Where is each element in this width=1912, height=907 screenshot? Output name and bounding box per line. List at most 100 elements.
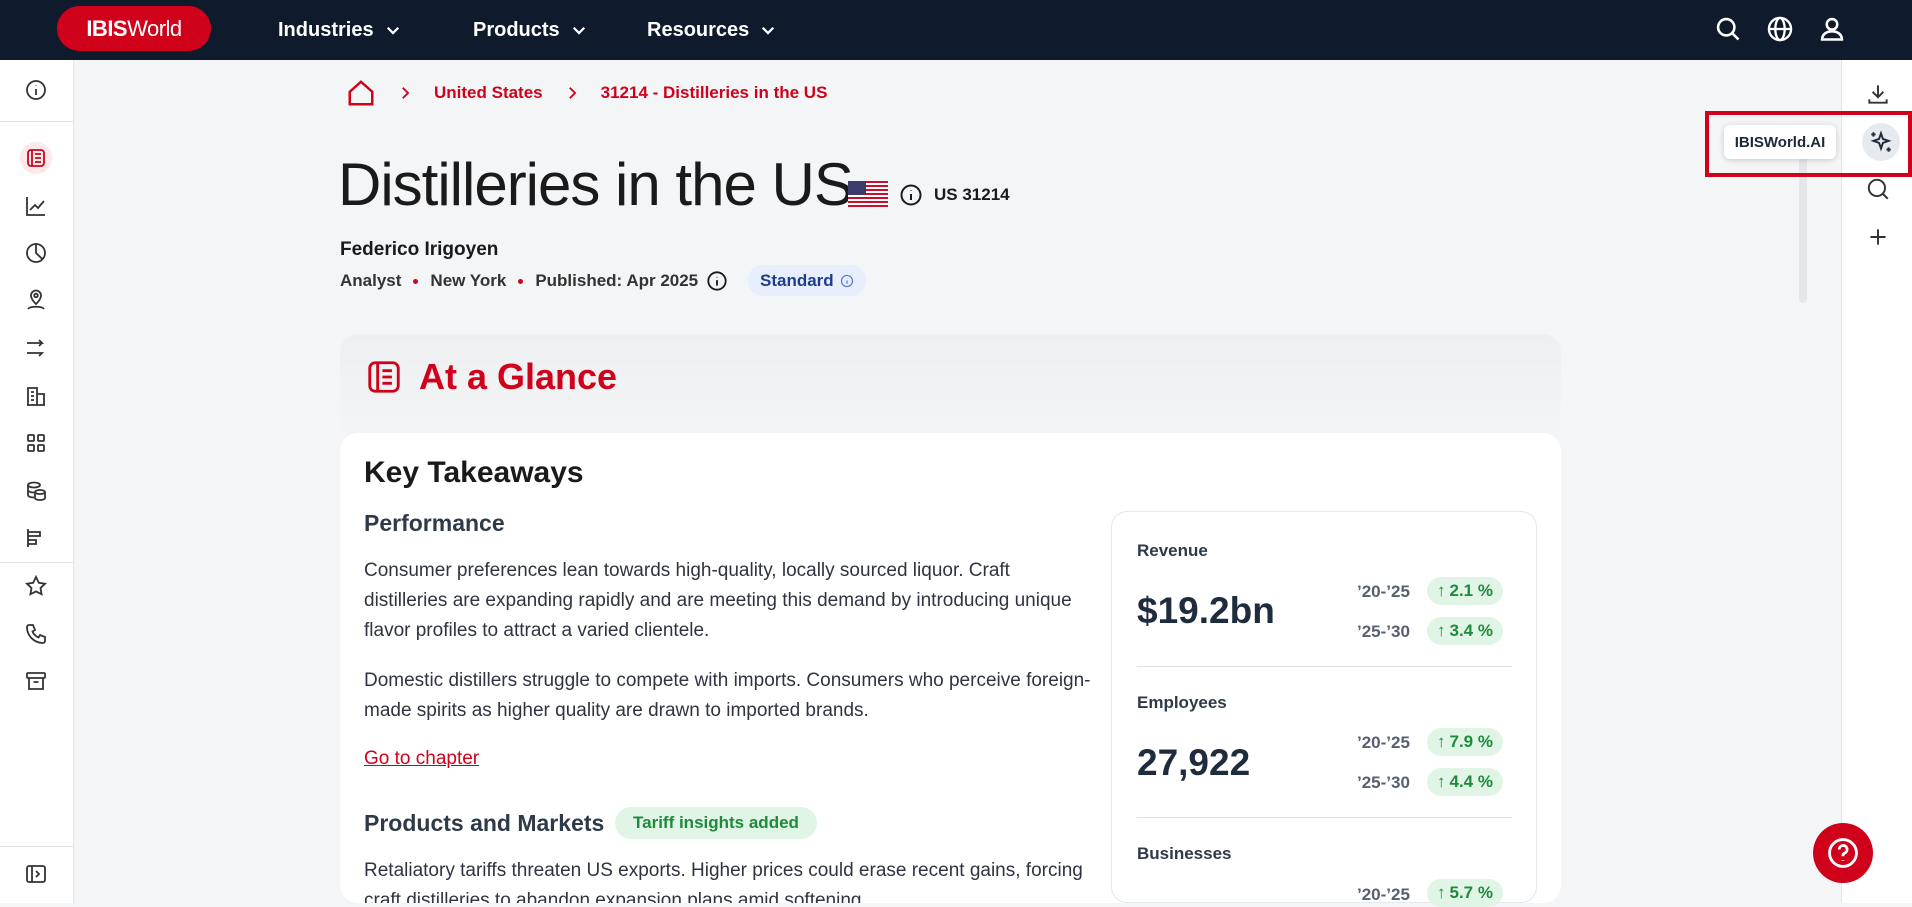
revenue-period-1: ’20-’25 [1357,582,1410,601]
published-date: Published: Apr 2025 [535,271,699,290]
home-icon[interactable] [346,78,376,108]
pie-chart-icon[interactable] [20,237,52,269]
flows-icon[interactable] [20,332,52,364]
scrollbar[interactable] [1799,155,1807,303]
revenue-growth-1: ↑ 2.1 % [1427,577,1503,605]
at-a-glance-icon[interactable] [20,142,52,174]
chevron-down-icon [386,26,399,35]
products-paragraph-1: Retaliatory tariffs threaten US exports.… [364,860,1083,903]
ibisworld-logo[interactable]: IBIS World [57,6,211,51]
analyst-location: New York [430,271,507,290]
revenue-growth-2: ↑ 3.4 % [1427,617,1503,645]
key-takeaways-heading: Key Takeaways [364,456,584,489]
arrow-up-icon: ↑ [1437,732,1446,751]
logo-bold-text: IBIS [86,15,128,41]
archive-icon[interactable] [20,665,52,697]
products-markets-heading: Products and Markets [364,810,605,836]
revenue-period-2: ’25-’30 [1357,622,1410,641]
performance-heading: Performance [364,510,505,536]
line-chart-icon[interactable] [20,190,52,222]
map-pin-icon[interactable] [20,285,52,317]
analyst-role: Analyst [340,271,402,290]
grid-icon[interactable] [20,427,52,459]
arrow-up-icon: ↑ [1437,772,1446,791]
businesses-growth-1-value: 5.7 % [1449,883,1493,902]
tariff-badge: Tariff insights added [615,807,817,839]
plus-icon[interactable] [1862,221,1894,253]
tier-label: Standard [760,270,834,290]
help-button[interactable] [1813,823,1873,883]
search-icon[interactable] [1862,173,1894,205]
nav-products-label: Products [473,18,560,41]
sidebar-divider [0,121,74,122]
at-a-glance-title: At a Glance [419,356,618,397]
sidebar-divider [0,562,74,563]
left-sidebar [0,60,74,903]
report-meta: Analyst New York Published: Apr 2025 [340,270,728,292]
revenue-growth-2-value: 3.4 % [1449,621,1493,640]
nav-products[interactable]: Products [473,0,588,60]
arrow-up-icon: ↑ [1437,581,1446,600]
info-icon[interactable] [20,74,52,106]
logo-light-text: World [127,15,182,41]
go-to-chapter-link[interactable]: Go to chapter [364,748,479,770]
employees-label: Employees [1137,693,1227,712]
at-a-glance-icon [368,361,400,393]
performance-paragraph-2: Domestic distillers struggle to compete … [364,670,1091,721]
businesses-label: Businesses [1137,844,1232,863]
businesses-period-1: ’20-’25 [1357,885,1410,904]
employees-growth-2: ↑ 4.4 % [1427,768,1503,796]
arrow-up-icon: ↑ [1437,621,1446,640]
analyst-name: Federico Irigoyen [340,239,499,260]
chevron-down-icon [572,26,585,35]
info-icon[interactable] [899,183,923,207]
nav-resources-label: Resources [647,18,750,41]
sparkle-icon [1870,130,1892,152]
stats-divider [1137,817,1512,818]
chevron-right-icon [396,84,414,102]
employees-value: 27,922 [1137,742,1251,783]
employees-growth-1: ↑ 7.9 % [1427,728,1503,756]
separator-dot [413,278,419,284]
expand-sidebar-icon[interactable] [20,858,52,890]
employees-period-1: ’20-’25 [1357,733,1410,752]
search-icon[interactable] [1711,12,1745,46]
database-icon[interactable] [20,475,52,507]
sidebar-divider [0,846,74,847]
separator-dot [518,278,524,284]
employees-growth-2-value: 4.4 % [1449,772,1493,791]
performance-paragraph-1: Consumer preferences lean towards high-q… [364,560,1072,641]
chevron-right-icon [563,84,581,102]
info-icon[interactable] [706,270,728,292]
ai-tooltip: IBISWorld.AI [1724,125,1836,159]
stats-divider [1137,666,1512,667]
industry-code: US 31214 [934,185,1010,204]
user-icon[interactable] [1815,12,1849,46]
revenue-label: Revenue [1137,541,1208,560]
top-navigation-bar: IBIS World Industries Products Resources [0,0,1912,60]
breadcrumb-industry[interactable]: 31214 - Distilleries in the US [601,83,828,103]
chevron-down-icon [762,26,775,35]
question-icon [1828,838,1858,868]
buildings-icon[interactable] [20,380,52,412]
nav-industries[interactable]: Industries [278,0,402,60]
globe-icon[interactable] [1763,12,1797,46]
bar-chart-icon[interactable] [20,522,52,554]
revenue-value: $19.2bn [1137,590,1275,631]
star-icon[interactable] [20,570,52,602]
phone-icon[interactable] [20,618,52,650]
employees-growth-1-value: 7.9 % [1449,732,1493,751]
breadcrumb-country[interactable]: United States [434,83,543,103]
tier-badge[interactable]: Standard [748,265,866,296]
info-icon [840,274,853,287]
employees-period-2: ’25-’30 [1357,773,1410,792]
ibisworld-ai-button[interactable] [1862,123,1900,161]
breadcrumb: United States 31214 - Distilleries in th… [346,78,827,108]
right-sidebar [1841,60,1912,903]
revenue-growth-1-value: 2.1 % [1449,581,1493,600]
nav-industries-label: Industries [278,18,374,41]
download-icon[interactable] [1862,78,1894,110]
nav-resources[interactable]: Resources [647,0,777,60]
arrow-up-icon: ↑ [1437,883,1446,902]
page-title: Distilleries in the US [338,151,854,218]
